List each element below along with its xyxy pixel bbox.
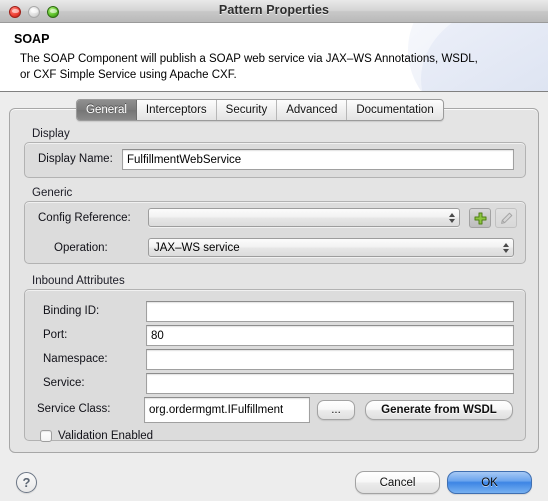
validation-enabled-checkbox[interactable] [40,430,52,442]
operation-combo[interactable]: JAX–WS service [148,238,514,257]
pencil-icon [500,212,512,224]
port-input[interactable]: 80 [146,325,514,346]
window-title: Pattern Properties [218,3,330,17]
operation-stepper-icon [501,240,510,256]
browse-service-class-button[interactable]: ... [317,400,355,420]
port-label: Port: [43,329,68,341]
service-input[interactable] [146,373,514,394]
binding-id-label: Binding ID: [43,305,100,317]
namespace-input[interactable] [146,349,514,370]
operation-value: JAX–WS service [154,241,240,254]
display-name-input[interactable]: FulfillmentWebService [122,149,514,170]
config-reference-combo[interactable] [148,208,460,227]
plus-icon [474,212,486,224]
general-tab-panel: Display Display Name: FulfillmentWebServ… [9,108,539,453]
namespace-label: Namespace: [43,353,108,365]
service-class-input[interactable]: org.ordermgmt.IFulfillment [144,397,310,423]
display-name-label: Display Name: [38,153,113,165]
help-button[interactable]: ? [16,472,37,493]
display-group-label: Display [32,128,70,140]
config-reference-stepper-icon [447,210,456,226]
dialog-header: SOAP The SOAP Component will publish a S… [0,23,548,92]
add-config-button[interactable] [469,208,491,228]
tab-bar: General Interceptors Security Advanced D… [76,99,444,121]
pattern-properties-dialog: Pattern Properties SOAP The SOAP Compone… [0,0,548,501]
operation-label: Operation: [54,242,108,254]
page-title: SOAP [14,32,50,46]
validation-enabled-checkbox-row[interactable]: Validation Enabled [40,430,153,442]
binding-id-input[interactable] [146,301,514,322]
tab-security[interactable]: Security [217,100,278,120]
cancel-button[interactable]: Cancel [355,471,440,494]
validation-enabled-label: Validation Enabled [58,430,154,442]
title-bar: Pattern Properties [0,0,548,23]
generate-from-wsdl-button[interactable]: Generate from WSDL [365,400,513,420]
inbound-group-label: Inbound Attributes [32,275,125,287]
tab-documentation[interactable]: Documentation [347,100,442,120]
service-class-label: Service Class: [37,403,111,415]
generic-group-label: Generic [32,187,73,199]
edit-config-button[interactable] [495,208,517,228]
service-label: Service: [43,377,85,389]
ok-button[interactable]: OK [447,471,532,494]
tab-interceptors[interactable]: Interceptors [137,100,217,120]
tab-advanced[interactable]: Advanced [277,100,348,120]
page-description: The SOAP Component will publish a SOAP w… [20,53,478,81]
tab-general[interactable]: General [77,100,137,120]
config-reference-label: Config Reference: [38,212,131,224]
